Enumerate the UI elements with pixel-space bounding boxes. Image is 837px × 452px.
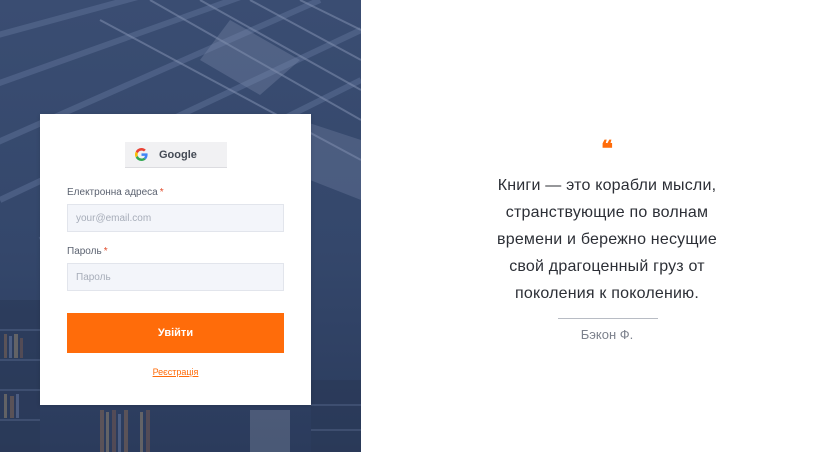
quote-text: Книги — это корабли мысли, странствующие… xyxy=(457,172,757,307)
quote-line: поколения к поколению. xyxy=(515,285,699,302)
quote-line: странствующие по волнам xyxy=(505,204,709,221)
quote-author: Бэкон Ф. xyxy=(580,327,634,342)
google-button-label: Google xyxy=(159,148,197,161)
register-link-label[interactable]: Реєстрація xyxy=(153,367,199,377)
register-link[interactable]: Реєстрація xyxy=(40,367,311,377)
login-button[interactable]: Увійти xyxy=(67,313,284,353)
email-label: Електронна адреса * xyxy=(67,187,164,198)
password-label-text: Пароль xyxy=(67,246,102,257)
password-field[interactable] xyxy=(67,263,284,291)
password-label: Пароль * xyxy=(67,246,108,257)
password-required-mark: * xyxy=(103,246,108,257)
email-required-mark: * xyxy=(159,187,164,198)
quote-line: Книги — это корабли мысли, xyxy=(497,177,717,194)
login-card: Google Електронна адреса* Пароль* Увійти… xyxy=(40,114,311,405)
quote-divider xyxy=(558,318,658,319)
google-icon xyxy=(135,148,148,161)
email-field[interactable] xyxy=(67,204,284,232)
library-background-panel: Google Електронна адреса* Пароль* Увійти… xyxy=(0,0,361,452)
google-signin-button[interactable]: Google xyxy=(125,142,227,168)
quote-line: свой драгоценный груз от xyxy=(509,258,705,275)
email-label-text: Електронна адреса xyxy=(67,187,158,198)
quote-line: времени и бережно несущие xyxy=(497,231,717,248)
login-page: Google Електронна адреса* Пароль* Увійти… xyxy=(0,0,837,452)
quote-mark-icon: ❝ xyxy=(601,136,613,162)
